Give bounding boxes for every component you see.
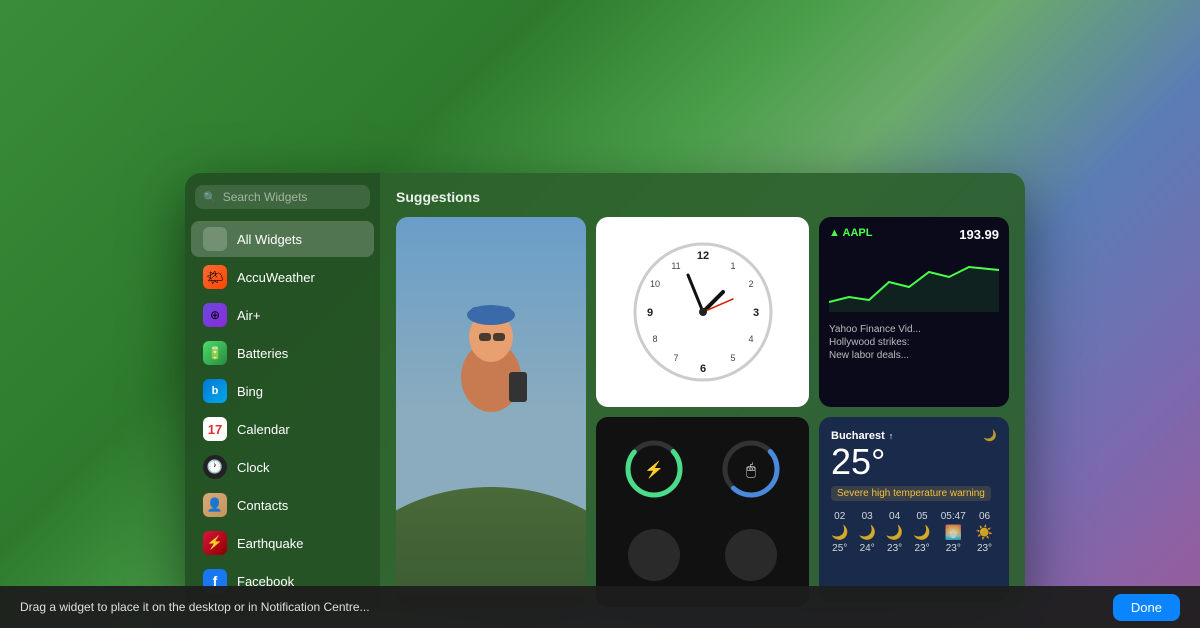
weather-warning: Severe high temperature warning [831, 486, 991, 501]
empty-ring-svg-2 [721, 525, 781, 585]
svg-text:1: 1 [730, 261, 735, 271]
widget-weather[interactable]: Bucharest ↑ 🌙 25° Severe high temperatur… [819, 417, 1009, 602]
watch-cell-mouse: 🖱 [706, 429, 798, 509]
sidebar-item-accuweather[interactable]: 🌤 AccuWeather [191, 259, 374, 295]
stocks-news-source: Yahoo Finance Vid... [829, 323, 999, 336]
accuweather-icon: 🌤 [203, 265, 227, 289]
earthquake-icon: ⚡ [203, 531, 227, 555]
sidebar-label-batteries: Batteries [237, 346, 288, 361]
svg-text:2: 2 [748, 279, 753, 289]
all-widgets-icon [203, 227, 227, 251]
svg-text:3: 3 [752, 307, 758, 319]
svg-text:5: 5 [730, 353, 735, 363]
stocks-headline2: New labor deals... [829, 349, 999, 362]
svg-text:12: 12 [696, 250, 708, 262]
forecast-item-1: 03 🌙 24° [858, 511, 875, 554]
sidebar: 🔍 All Widgets 🌤 AccuWeather ⊕ Air+ [185, 173, 380, 608]
suggestions-header: Suggestions [396, 189, 1009, 205]
mouse-ring-svg: 🖱 [721, 439, 781, 499]
sidebar-label-calendar: Calendar [237, 422, 290, 437]
watch-cell-bluetooth: ⚡ [608, 429, 700, 509]
search-bar[interactable]: 🔍 [195, 185, 370, 209]
sidebar-label-accuweather: AccuWeather [237, 270, 315, 285]
sidebar-item-batteries[interactable]: 🔋 Batteries [191, 335, 374, 371]
svg-text:9: 9 [646, 307, 652, 319]
svg-text:7: 7 [673, 353, 678, 363]
weather-temp: 25° [831, 442, 997, 482]
sidebar-label-all-widgets: All Widgets [237, 232, 302, 247]
forecast-item-2: 04 🌙 23° [886, 511, 903, 554]
suggestions-grid: 12 3 6 9 1 2 4 5 7 8 10 11 [396, 217, 1009, 608]
widget-watch[interactable]: ⚡ 🖱 [596, 417, 809, 607]
stocks-headline1: Hollywood strikes: [829, 336, 999, 349]
forecast-item-5: 06 ☀️ 23° [976, 511, 993, 554]
svg-text:11: 11 [671, 261, 680, 271]
contacts-icon: 👤 [203, 493, 227, 517]
weather-forecast: 02 🌙 25° 03 🌙 24° 04 🌙 23° [831, 511, 997, 554]
clock-svg: 12 3 6 9 1 2 4 5 7 8 10 11 [628, 237, 778, 387]
sidebar-label-clock: Clock [237, 460, 270, 475]
clock-icon: 🕐 [203, 455, 227, 479]
photo-svg [396, 217, 586, 607]
calendar-icon: 17 [203, 417, 227, 441]
svg-text:4: 4 [748, 334, 753, 344]
widget-panel: 🔍 All Widgets 🌤 AccuWeather ⊕ Air+ [185, 173, 1025, 608]
stocks-symbol: ▲ AAPL [829, 227, 872, 239]
widget-clock[interactable]: 12 3 6 9 1 2 4 5 7 8 10 11 [596, 217, 809, 407]
sidebar-item-all-widgets[interactable]: All Widgets [191, 221, 374, 257]
bluetooth-ring-svg: ⚡ [624, 439, 684, 499]
search-icon: 🔍 [203, 191, 217, 204]
svg-text:⚡: ⚡ [644, 460, 664, 479]
svg-text:8: 8 [652, 334, 657, 344]
empty-ring-svg-1 [624, 525, 684, 585]
sidebar-label-bing: Bing [237, 384, 263, 399]
bottom-hint: Drag a widget to place it on the desktop… [20, 600, 370, 614]
suggestions-title: Suggestions [396, 189, 480, 205]
svg-text:6: 6 [699, 363, 705, 375]
stocks-price: 193.99 [959, 227, 999, 242]
forecast-item-0: 02 🌙 25° [831, 511, 848, 554]
svg-text:10: 10 [649, 279, 659, 289]
bing-icon: b [203, 379, 227, 403]
widget-stocks[interactable]: ▲ AAPL 193.99 Yahoo Finance Vid... Holly… [819, 217, 1009, 407]
widget-photo[interactable] [396, 217, 586, 607]
svg-text:🖱: 🖱 [746, 461, 756, 479]
sidebar-item-calendar[interactable]: 17 Calendar [191, 411, 374, 447]
stocks-ticker: ▲ AAPL 193.99 [829, 227, 999, 242]
sidebar-label-contacts: Contacts [237, 498, 288, 513]
sidebar-label-earthquake: Earthquake [237, 536, 304, 551]
air-plus-icon: ⊕ [203, 303, 227, 327]
sidebar-item-air-plus[interactable]: ⊕ Air+ [191, 297, 374, 333]
sidebar-item-earthquake[interactable]: ⚡ Earthquake [191, 525, 374, 561]
forecast-item-3: 05 🌙 23° [913, 511, 930, 554]
sidebar-item-contacts[interactable]: 👤 Contacts [191, 487, 374, 523]
watch-cell-empty1 [608, 515, 700, 595]
sidebar-item-bing[interactable]: b Bing [191, 373, 374, 409]
search-input[interactable] [223, 190, 362, 204]
sidebar-label-air-plus: Air+ [237, 308, 260, 323]
stocks-chart-svg [829, 252, 999, 312]
watch-cell-empty2 [706, 515, 798, 595]
main-content: Suggestions 12 3 6 9 1 2 [380, 173, 1025, 608]
sidebar-item-clock[interactable]: 🕐 Clock [191, 449, 374, 485]
batteries-icon: 🔋 [203, 341, 227, 365]
bottom-bar: Drag a widget to place it on the desktop… [0, 586, 1200, 628]
forecast-item-4: 05:47 🌅 23° [941, 511, 966, 554]
done-button[interactable]: Done [1113, 594, 1180, 621]
